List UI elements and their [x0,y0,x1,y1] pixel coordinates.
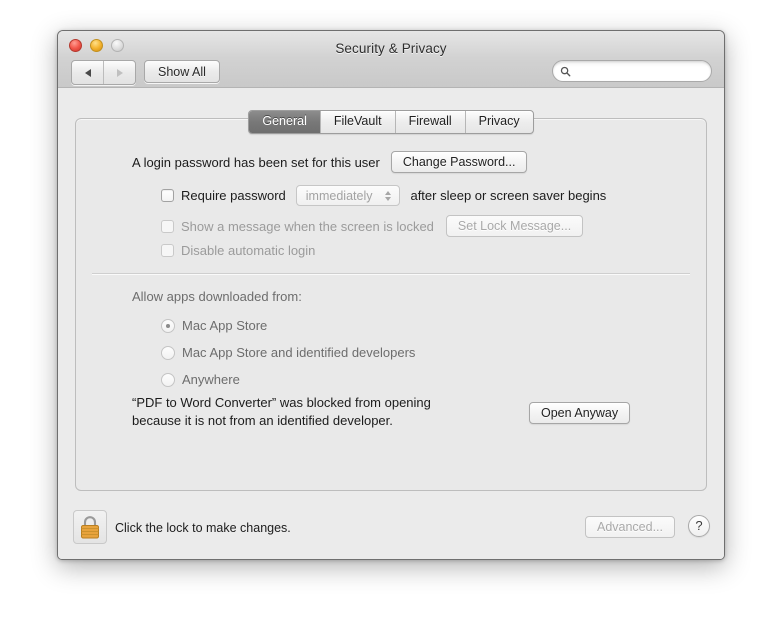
help-button[interactable]: ? [688,515,710,537]
tab-bar: General FileVault Firewall Privacy [58,110,724,134]
disable-automatic-login-label: Disable automatic login [181,243,316,258]
set-lock-message-button[interactable]: Set Lock Message... [445,215,584,237]
require-password-interval-value: immediately [305,188,373,203]
window-titlebar: Security & Privacy Show All [58,31,724,88]
tab-privacy[interactable]: Privacy [464,111,533,133]
screen: Security & Privacy Show All General File… [0,0,782,636]
allow-apps-option-label: Anywhere [182,372,240,387]
bottom-bar: Click the lock to make changes. Advanced… [58,502,724,559]
login-password-status-label: A login password has been set for this u… [132,154,380,170]
require-password-checkbox[interactable] [161,189,174,202]
search-input[interactable] [575,65,695,77]
general-settings-panel: A login password has been set for this u… [75,118,707,491]
allow-apps-heading: Allow apps downloaded from: [132,289,302,304]
tab-group: General FileVault Firewall Privacy [248,110,534,134]
tab-general[interactable]: General [249,111,320,133]
show-lock-message-row: Show a message when the screen is locked… [161,215,584,237]
allow-apps-option-label: Mac App Store [182,318,268,333]
window-title: Security & Privacy [335,41,447,56]
allow-apps-option-label: Mac App Store and identified developers [182,345,416,360]
allow-apps-option-mac-app-store[interactable]: Mac App Store [161,318,267,333]
search-field[interactable] [552,60,712,82]
section-divider [92,273,690,275]
lock-closed-icon [81,515,99,538]
system-preferences-window: Security & Privacy Show All General File… [57,30,725,560]
toolbar: Show All [58,58,724,87]
disable-automatic-login-row: Disable automatic login [161,243,315,258]
tab-firewall[interactable]: Firewall [394,111,465,133]
stepper-arrows-icon [381,190,394,201]
show-lock-message-checkbox[interactable] [161,219,174,233]
triangle-left-icon [84,68,91,77]
radio-identified-developers-icon[interactable] [161,345,175,360]
navigation-segmented-control[interactable] [71,60,136,85]
window-body: General FileVault Firewall Privacy A log… [58,88,724,559]
require-password-label: Require password [181,188,286,203]
lock-button[interactable] [73,510,107,544]
allow-apps-option-anywhere[interactable]: Anywhere [161,372,240,387]
open-anyway-button[interactable]: Open Anyway [529,402,631,424]
require-password-row: Require password immediately after sleep… [161,185,606,206]
require-password-interval-popup[interactable]: immediately [295,185,401,206]
advanced-button[interactable]: Advanced... [584,516,675,538]
open-anyway-row: Open Anyway [529,402,631,424]
show-all-button[interactable]: Show All [144,60,220,83]
forward-button [103,61,135,84]
triangle-right-icon [116,68,123,77]
lock-caption: Click the lock to make changes. [115,521,291,535]
blocked-app-notice: “PDF to Word Converter” was blocked from… [132,395,431,428]
radio-mac-app-store-icon[interactable] [161,318,175,333]
allow-apps-heading-row: Allow apps downloaded from: [132,289,302,304]
tab-filevault[interactable]: FileVault [319,111,395,133]
require-password-suffix-label: after sleep or screen saver begins [410,188,607,203]
radio-anywhere-icon[interactable] [161,372,175,387]
search-icon [560,66,571,76]
allow-apps-option-identified-developers[interactable]: Mac App Store and identified developers [161,345,415,360]
disable-automatic-login-checkbox[interactable] [161,244,174,257]
change-password-button[interactable]: Change Password... [390,151,528,173]
back-button[interactable] [72,61,103,84]
show-lock-message-label: Show a message when the screen is locked [181,218,434,234]
login-password-row: A login password has been set for this u… [132,151,528,173]
